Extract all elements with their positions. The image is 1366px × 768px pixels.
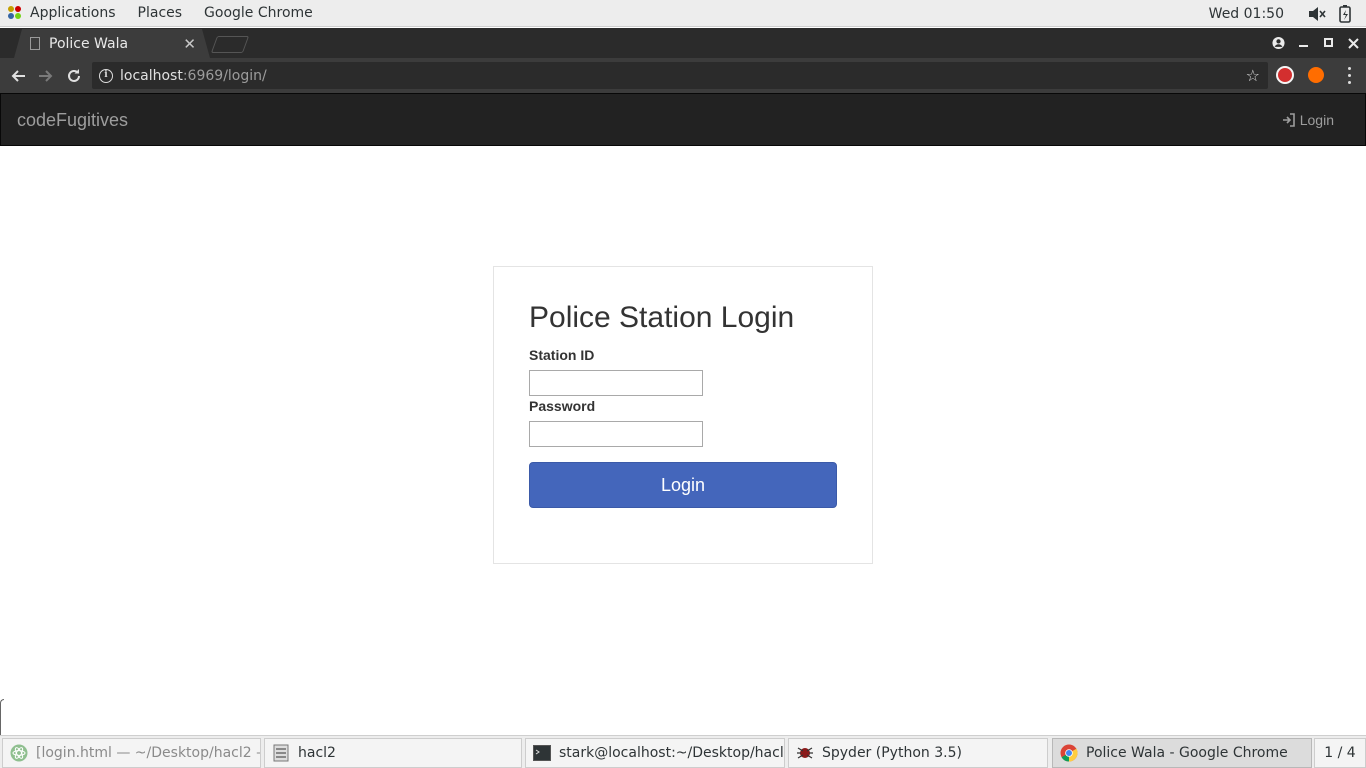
back-icon[interactable]	[8, 66, 28, 86]
brand-link[interactable]: codeFugitives	[17, 110, 128, 131]
page-title: Police Station Login	[529, 301, 795, 334]
station-id-input[interactable]	[529, 370, 703, 396]
page-icon	[30, 37, 40, 50]
atom-icon	[10, 744, 28, 762]
maximize-window-icon[interactable]	[1322, 37, 1335, 50]
taskbar-item-chrome[interactable]: Police Wala - Google Chrome	[1052, 738, 1312, 768]
tab-strip: Police Wala ✕	[0, 28, 1366, 58]
url-text[interactable]: localhost:6969/login/	[120, 68, 267, 84]
chrome-icon	[1060, 744, 1078, 762]
url-host: localhost	[120, 67, 183, 84]
bookmark-star-icon[interactable]: ☆	[1246, 66, 1260, 85]
clock[interactable]: Wed 01:50	[1209, 6, 1284, 22]
password-label: Password	[529, 398, 596, 414]
places-menu[interactable]: Places	[127, 0, 194, 27]
site-navbar: codeFugitives Login	[0, 93, 1366, 146]
taskbar-item-label: stark@localhost:~/Desktop/hacl2	[559, 745, 785, 761]
address-bar[interactable]: i localhost:6969/login/ ☆	[92, 62, 1268, 89]
spyder-icon	[797, 747, 813, 759]
extension-red-icon[interactable]	[1276, 66, 1294, 84]
taskbar-item-hacl2[interactable]: hacl2	[264, 738, 522, 768]
login-card: Police Station Login Station ID Password…	[493, 266, 873, 564]
taskbar-item-terminal[interactable]: stark@localhost:~/Desktop/hacl2	[525, 738, 785, 768]
taskbar-item-label: Spyder (Python 3.5)	[822, 745, 962, 761]
taskbar-item-spyder[interactable]: Spyder (Python 3.5)	[788, 738, 1048, 768]
active-app-menu[interactable]: Google Chrome	[193, 0, 324, 27]
taskbar-item-label: hacl2	[298, 745, 336, 761]
battery-icon[interactable]	[1336, 4, 1354, 23]
applications-menu-icon	[8, 6, 22, 20]
volume-icon[interactable]	[1308, 5, 1326, 23]
taskbar-item-atom[interactable]: [login.html — ~/Desktop/hacl2 — A...	[2, 738, 261, 768]
file-manager-icon	[273, 744, 289, 762]
login-icon	[1282, 113, 1295, 127]
nav-login-label: Login	[1299, 112, 1334, 128]
tab-police-wala[interactable]: Police Wala ✕	[14, 29, 210, 58]
tab-title: Police Wala	[49, 35, 129, 52]
forward-icon[interactable]	[36, 66, 56, 86]
url-path: :6969/login/	[182, 67, 267, 84]
taskbar-item-label: [login.html — ~/Desktop/hacl2 — A...	[36, 745, 260, 761]
chrome-menu-icon[interactable]	[1348, 67, 1352, 84]
window-corner	[0, 699, 4, 735]
site-info-icon[interactable]: i	[99, 68, 113, 83]
nav-login-link[interactable]: Login	[1282, 112, 1334, 128]
extension-orange-icon[interactable]	[1308, 67, 1324, 83]
taskbar: [login.html — ~/Desktop/hacl2 — A... hac…	[0, 735, 1366, 768]
login-button[interactable]: Login	[529, 462, 837, 508]
reload-icon[interactable]	[64, 66, 84, 86]
top-bar: Applications Places Google Chrome Wed 01…	[0, 0, 1366, 27]
close-tab-icon[interactable]: ✕	[183, 35, 196, 53]
applications-menu[interactable]: Applications	[22, 0, 127, 27]
close-window-icon[interactable]	[1347, 37, 1360, 50]
profile-icon[interactable]	[1272, 36, 1285, 50]
new-tab-button[interactable]	[210, 36, 250, 53]
workspace-pager[interactable]: 1 / 4	[1314, 738, 1366, 768]
password-input[interactable]	[529, 421, 703, 447]
minimize-window-icon[interactable]	[1297, 37, 1310, 50]
browser-toolbar: i localhost:6969/login/ ☆	[0, 58, 1366, 93]
terminal-icon	[533, 745, 551, 761]
taskbar-item-label: Police Wala - Google Chrome	[1086, 745, 1288, 761]
station-id-label: Station ID	[529, 347, 595, 363]
